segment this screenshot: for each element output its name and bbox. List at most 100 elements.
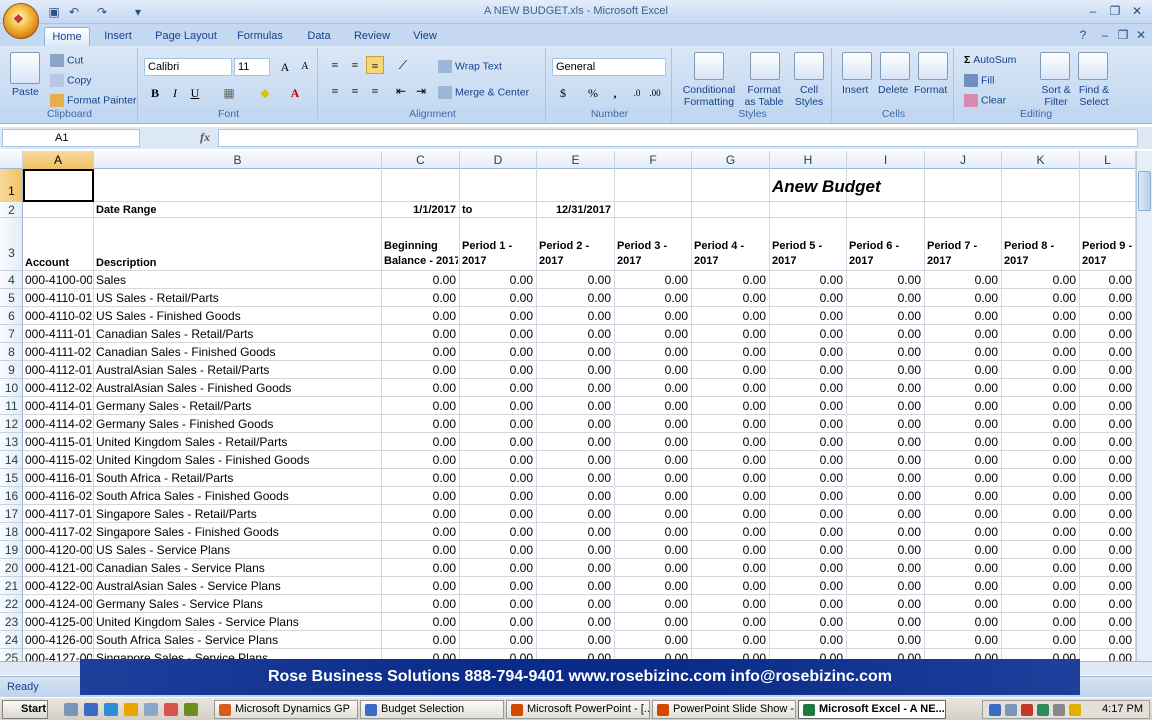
amount-cell[interactable]: 0.00 [849, 343, 923, 361]
font-color-icon[interactable]: A [286, 84, 304, 102]
amount-cell[interactable]: 0.00 [617, 289, 690, 307]
amount-cell[interactable]: 0.00 [1082, 505, 1134, 523]
amount-cell[interactable]: 0.00 [539, 289, 613, 307]
quicklaunch-icon-1[interactable] [64, 703, 78, 716]
amount-cell[interactable]: 0.00 [849, 379, 923, 397]
description-cell[interactable]: United Kingdom Sales - Finished Goods [96, 451, 380, 469]
amount-cell[interactable]: 0.00 [539, 307, 613, 325]
amount-cell[interactable]: 0.00 [1004, 559, 1078, 577]
workbook-close-icon[interactable]: ✕ [1130, 26, 1152, 44]
amount-cell[interactable]: 0.00 [539, 487, 613, 505]
amount-cell[interactable]: 0.00 [1082, 271, 1134, 289]
amount-cell[interactable]: 0.00 [772, 307, 845, 325]
amount-cell[interactable]: 0.00 [539, 559, 613, 577]
amount-cell[interactable]: 0.00 [772, 361, 845, 379]
account-cell[interactable]: 000-4117-02 [25, 523, 92, 541]
amount-cell[interactable]: 0.00 [772, 469, 845, 487]
amount-cell[interactable]: 0.00 [772, 613, 845, 631]
align-top-icon[interactable]: ≡ [326, 56, 344, 74]
row-header[interactable]: 18 [0, 523, 22, 541]
amount-cell[interactable]: 0.00 [1004, 307, 1078, 325]
tab-view[interactable]: View [406, 27, 444, 46]
amount-cell[interactable]: 0.00 [694, 505, 768, 523]
row-header[interactable]: 12 [0, 415, 22, 433]
amount-cell[interactable]: 0.00 [1004, 541, 1078, 559]
row-header[interactable]: 14 [0, 451, 22, 469]
decrease-decimal-icon[interactable]: .00 [646, 84, 664, 102]
amount-cell[interactable]: 0.00 [849, 307, 923, 325]
amount-cell[interactable]: 0.00 [384, 451, 458, 469]
amount-cell[interactable]: 0.00 [927, 289, 1000, 307]
period-header[interactable]: Period 5 - 2017 [772, 239, 845, 271]
amount-cell[interactable]: 0.00 [539, 379, 613, 397]
amount-cell[interactable]: 0.00 [384, 541, 458, 559]
amount-cell[interactable]: 0.00 [462, 613, 535, 631]
amount-cell[interactable]: 0.00 [772, 595, 845, 613]
row-header[interactable]: 15 [0, 469, 22, 487]
description-cell[interactable]: AustralAsian Sales - Retail/Parts [96, 361, 380, 379]
amount-cell[interactable]: 0.00 [539, 505, 613, 523]
cell-styles-icon[interactable] [794, 52, 824, 80]
amount-cell[interactable]: 0.00 [384, 397, 458, 415]
amount-cell[interactable]: 0.00 [927, 595, 1000, 613]
row-header[interactable]: 22 [0, 595, 22, 613]
close-icon[interactable]: ✕ [1126, 2, 1148, 20]
task-powerpoint[interactable]: Microsoft PowerPoint - [... [506, 700, 650, 719]
amount-cell[interactable]: 0.00 [694, 271, 768, 289]
amount-cell[interactable]: 0.00 [617, 307, 690, 325]
row-header[interactable]: 1 [0, 169, 22, 202]
amount-cell[interactable]: 0.00 [1082, 613, 1134, 631]
description-cell[interactable]: US Sales - Service Plans [96, 541, 380, 559]
amount-cell[interactable]: 0.00 [462, 559, 535, 577]
amount-cell[interactable]: 0.00 [927, 307, 1000, 325]
amount-cell[interactable]: 0.00 [927, 523, 1000, 541]
amount-cell[interactable]: 0.00 [384, 523, 458, 541]
amount-cell[interactable]: 0.00 [849, 325, 923, 343]
chrome-icon[interactable] [164, 703, 178, 716]
amount-cell[interactable]: 0.00 [927, 577, 1000, 595]
amount-cell[interactable]: 0.00 [1082, 307, 1134, 325]
description-cell[interactable]: Canadian Sales - Finished Goods [96, 343, 380, 361]
amount-cell[interactable]: 0.00 [772, 379, 845, 397]
row-header[interactable]: 8 [0, 343, 22, 361]
amount-cell[interactable]: 0.00 [772, 289, 845, 307]
amount-cell[interactable]: 0.00 [694, 379, 768, 397]
amount-cell[interactable]: 0.00 [617, 613, 690, 631]
period-header[interactable]: Period 4 - 2017 [694, 239, 768, 271]
amount-cell[interactable]: 0.00 [384, 631, 458, 649]
amount-cell[interactable]: 0.00 [1082, 361, 1134, 379]
account-cell[interactable]: 000-4115-02 [25, 451, 92, 469]
amount-cell[interactable]: 0.00 [384, 343, 458, 361]
row-header[interactable]: 6 [0, 307, 22, 325]
description-cell[interactable]: Canadian Sales - Service Plans [96, 559, 380, 577]
row-header[interactable]: 24 [0, 631, 22, 649]
amount-cell[interactable]: 0.00 [462, 379, 535, 397]
amount-cell[interactable]: 0.00 [1004, 505, 1078, 523]
amount-cell[interactable]: 0.00 [1082, 469, 1134, 487]
row-header[interactable]: 16 [0, 487, 22, 505]
bold-button[interactable]: B [146, 84, 164, 102]
quicklaunch-icon-2[interactable] [84, 703, 98, 716]
amount-cell[interactable]: 0.00 [927, 469, 1000, 487]
account-cell[interactable]: 000-4116-02 [25, 487, 92, 505]
percent-button[interactable]: % [584, 84, 602, 102]
tab-review[interactable]: Review [348, 27, 396, 46]
end-date[interactable]: 12/31/2017 [539, 202, 613, 218]
row-header[interactable]: 21 [0, 577, 22, 595]
description-cell[interactable]: United Kingdom Sales - Service Plans [96, 613, 380, 631]
office-button[interactable]: ❖ [3, 3, 39, 39]
amount-cell[interactable]: 0.00 [927, 487, 1000, 505]
amount-cell[interactable]: 0.00 [384, 289, 458, 307]
amount-cell[interactable]: 0.00 [849, 487, 923, 505]
format-cells-button[interactable]: Format [914, 84, 947, 96]
column-header-L[interactable]: L [1080, 151, 1136, 169]
amount-cell[interactable]: 0.00 [927, 613, 1000, 631]
formula-input[interactable] [218, 129, 1138, 147]
amount-cell[interactable]: 0.00 [849, 577, 923, 595]
amount-cell[interactable]: 0.00 [694, 613, 768, 631]
amount-cell[interactable]: 0.00 [1004, 433, 1078, 451]
amount-cell[interactable]: 0.00 [1004, 271, 1078, 289]
amount-cell[interactable]: 0.00 [539, 325, 613, 343]
row-header[interactable]: 2 [0, 202, 22, 218]
amount-cell[interactable]: 0.00 [1082, 577, 1134, 595]
